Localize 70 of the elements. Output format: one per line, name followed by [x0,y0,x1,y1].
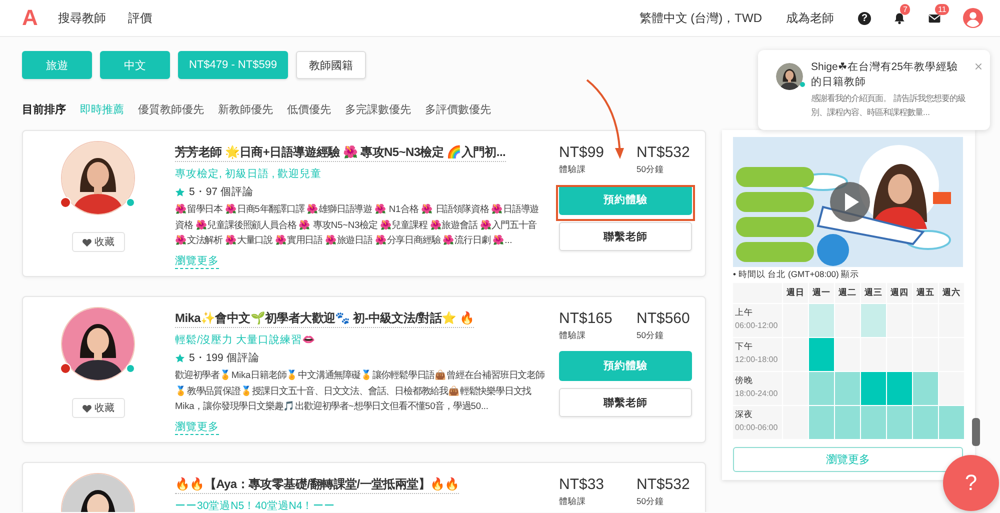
price-label: 體驗課 [559,496,587,508]
price-label: 體驗課 [559,330,587,342]
slot-time: 12:00-18:00 [735,355,779,364]
slot-name: 上午 [735,307,754,319]
price-value: NT$532 [636,476,690,493]
day-header: 週六 [939,283,964,303]
day-header: 週三 [861,283,886,303]
day-header: 週日 [783,283,808,303]
teacher-title-link[interactable]: 🔥🔥【Aya：專攻零基礎/翻轉課堂/一堂抵兩堂】🔥🔥 [175,476,460,494]
price-value: NT$165 [559,310,612,327]
slot-time: 00:00-06:00 [735,423,779,432]
close-icon[interactable] [975,63,982,70]
sort-option[interactable]: 低價優先 [287,102,331,116]
slot-time: 18:00-24:00 [735,389,779,398]
message-count: 11 [935,4,950,14]
contact-teacher-button[interactable]: 聯繫老師 [559,388,692,417]
price-value: NT$560 [636,310,690,327]
price-value: NT$532 [636,144,690,161]
flag-icon [60,363,71,374]
become-teacher-link[interactable]: 成為老師 [786,10,834,26]
sort-label: 目前排序 [22,102,66,116]
slot-name: 下午 [735,341,754,353]
help-icon[interactable]: ? [858,12,871,24]
sort-option[interactable]: 多完課數優先 [345,102,411,116]
star-icon [175,187,185,197]
teacher-description: 🌺留學日本 🌺日商5年翻譯口譯 🌺雄獅日語導遊 🌺 N1合格 🌺 日語領隊資格 🌺日語導遊資格 🌺兒童課後照顧人員合格 🌺 專攻N5~N3檢定 🌺兒童課程 🌺旅遊會話 🌺入門五十音 🌺文法解析 🌺大量口說 🌺實用日語 🌺旅遊日語 🌺分享日商經驗 🌺流行日劇 🌺... [175,203,540,247]
teacher-description: 歡迎初學者🏅Mika日籍老師🏅中文溝通無障礙🏅讓你輕鬆學日語👜曾經在台補習班日文老師🏅教學品質保證🏅授課日文五十音、日文文法、會話、日檢都教給我👜輕鬆快樂學日文找Mika，讓你發現學日文樂趣🎵出歡迎初學者~想學日文但看不懂50音，學過50... [175,368,546,413]
price-label: 體驗課 [559,164,587,176]
slot-name: 傍晚 [735,375,754,387]
language-selector[interactable]: 繁體中文 (台灣)，TWD [639,10,762,26]
heart-icon [82,404,92,412]
message-preview: 感謝看我的介紹頁面。 請告訴我您想要的級別、課程內容、時區和課程數量... [811,92,966,119]
flag-icon [60,197,71,208]
sort-option[interactable]: 多評價數優先 [425,102,491,116]
mail-icon[interactable] [928,12,941,24]
star-icon [175,353,185,363]
price-label: 50分鐘 [636,164,665,176]
play-button[interactable] [830,182,870,222]
teacher-title-link[interactable]: Mika✨會中文🌱初學者大歡迎🐾 初-中級文法/對話⭐ 🔥 [175,310,474,328]
sort-option[interactable]: 新教師優先 [218,102,273,116]
heart-icon [82,238,92,246]
filter-button[interactable]: 教師國籍 [296,51,366,79]
sort-option[interactable]: 優質教師優先 [138,102,204,116]
day-header: 週一 [809,283,834,303]
favorite-button[interactable]: 收藏 [72,398,124,418]
timezone-note: • 時間以 台北 (GMT+08:00) 顯示 [733,269,860,281]
teacher-title-link[interactable]: 芳芳老師 🌟日商+日語導遊經驗 🌺 專攻N5~N3檢定 🌈入門初... [175,144,506,162]
notification-count: 7 [900,4,910,14]
rating-text: 5・199 個評論 [189,351,260,365]
contact-teacher-button[interactable]: 聯繫老師 [559,222,692,251]
nav-link[interactable]: 搜尋教師 [58,10,106,26]
bell-icon[interactable] [893,12,906,24]
scroll-handle[interactable] [972,418,980,446]
teacher-tags: ーー30堂過N5！40堂過N4！ーー [175,499,336,512]
user-avatar-icon[interactable] [963,8,983,28]
price-value: NT$99 [559,144,606,161]
teacher-tags: 輕鬆/沒壓力 大量口說練習👄 [175,333,315,347]
day-header: 週五 [913,283,938,303]
slot-time: 06:00-12:00 [735,321,779,330]
rating-text: 5・97 個評論 [189,185,254,199]
favorite-button[interactable]: 收藏 [72,232,124,252]
slot-name: 深夜 [735,409,754,421]
teacher-tags: 專攻檢定, 初級日語 , 歡迎兒童 [175,167,322,181]
message-title: Shige☘在台灣有25年教學經驗的日籍教師 [811,60,959,90]
price-value: NT$33 [559,476,606,493]
nav-link[interactable]: 評價 [128,10,152,26]
day-header: 週四 [887,283,912,303]
price-label: 50分鐘 [636,330,665,342]
day-header: 週二 [835,283,860,303]
price-label: 50分鐘 [636,496,665,508]
